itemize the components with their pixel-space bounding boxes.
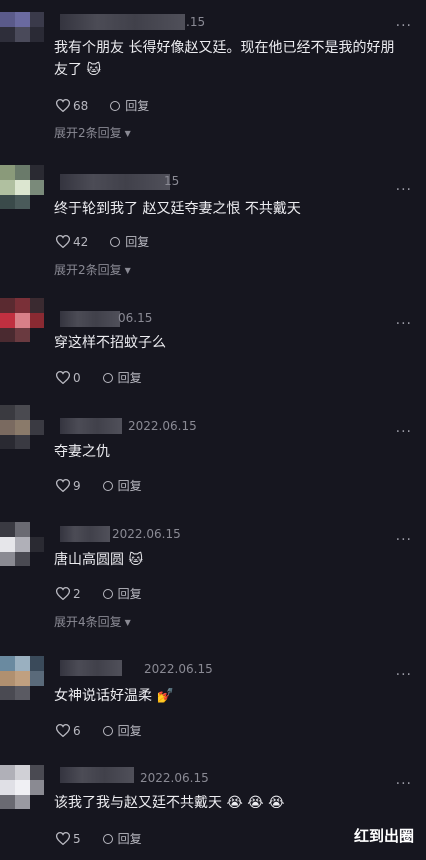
avatar[interactable] (0, 656, 44, 700)
comment-actions: 6 回复 (56, 722, 142, 739)
comment-text: 该我了我与赵又廷不共戴天 😭 😭 😭 (54, 795, 285, 811)
comment-date: 2022.06.15 (140, 771, 209, 785)
comment-actions: 68 回复 (56, 97, 149, 114)
reply-button[interactable]: 回复 (102, 722, 142, 739)
like-count: 2 (73, 586, 81, 601)
reply-icon (110, 236, 121, 247)
comment-date: 15 (164, 174, 180, 188)
expand-replies[interactable]: 展开2条回复 ▼ (54, 261, 131, 278)
reply-icon (102, 588, 113, 599)
reply-label: 回复 (125, 235, 150, 249)
comment-date: 06.15 (118, 311, 153, 325)
avatar[interactable] (0, 765, 44, 809)
comment-date: .15 (186, 15, 206, 29)
reply-icon (102, 372, 113, 383)
reply-label: 回复 (117, 724, 142, 738)
reply-button[interactable]: 回复 (102, 369, 142, 386)
expand-replies-label: 展开2条回复 (54, 126, 122, 140)
username-mosaic[interactable] (60, 174, 170, 190)
avatar[interactable] (0, 165, 44, 209)
more-options-icon[interactable]: ··· (396, 776, 412, 792)
heart-icon (56, 371, 70, 384)
like-button[interactable]: 42 (56, 235, 88, 249)
comment-text: 我有个朋友 长得好像赵又廷。现在他已经不是我的好朋友了 🐱 (54, 40, 395, 78)
reply-button[interactable]: 回复 (102, 477, 142, 494)
reply-label: 回复 (117, 371, 142, 385)
expand-replies-label: 展开4条回复 (54, 615, 122, 629)
avatar[interactable] (0, 298, 44, 342)
avatar[interactable] (0, 12, 44, 56)
watermark: 红到出圈 (353, 827, 414, 845)
like-button[interactable]: 9 (56, 479, 81, 493)
username-mosaic[interactable] (60, 660, 122, 676)
like-count: 6 (73, 723, 81, 738)
like-count: 0 (73, 370, 81, 385)
comment-text: 夺妻之仇 (54, 444, 110, 460)
comment-date: 2022.06.15 (144, 662, 213, 676)
more-options-icon[interactable]: ··· (396, 182, 412, 198)
username-mosaic[interactable] (60, 14, 185, 30)
comment-text: 终于轮到我了 赵又廷夺妻之恨 不共戴天 (54, 201, 301, 217)
reply-button[interactable]: 回复 (110, 97, 149, 114)
comment-actions: 5 回复 (56, 830, 142, 847)
like-button[interactable]: 0 (56, 371, 81, 385)
heart-icon (56, 587, 70, 600)
reply-icon (102, 725, 113, 736)
avatar[interactable] (0, 405, 44, 449)
comment-actions: 9 回复 (56, 477, 142, 494)
reply-label: 回复 (117, 479, 142, 493)
heart-icon (56, 235, 70, 248)
heart-icon (56, 479, 70, 492)
comment-actions: 0 回复 (56, 369, 142, 386)
more-options-icon[interactable]: ··· (396, 532, 412, 548)
more-options-icon[interactable]: ··· (396, 18, 412, 34)
like-button[interactable]: 6 (56, 724, 81, 738)
expand-replies-label: 展开2条回复 (54, 263, 122, 277)
username-mosaic[interactable] (60, 418, 122, 434)
like-count: 68 (73, 98, 89, 113)
like-button[interactable]: 2 (56, 587, 81, 601)
reply-label: 回复 (117, 587, 142, 601)
more-options-icon[interactable]: ··· (396, 316, 412, 332)
comment-text: 穿这样不招蚊子么 (54, 335, 166, 351)
heart-icon (56, 724, 70, 737)
username-mosaic[interactable] (60, 311, 120, 327)
more-options-icon[interactable]: ··· (396, 667, 412, 683)
reply-button[interactable]: 回复 (102, 585, 142, 602)
caret-down-icon: ▼ (124, 266, 131, 275)
reply-label: 回复 (117, 832, 142, 846)
reply-icon (102, 480, 113, 491)
reply-label: 回复 (125, 99, 150, 113)
expand-replies[interactable]: 展开4条回复 ▼ (54, 613, 131, 630)
reply-button[interactable]: 回复 (110, 233, 149, 250)
reply-icon (102, 833, 113, 844)
caret-down-icon: ▼ (124, 618, 131, 627)
comment-text: 女神说话好温柔 💅 (54, 688, 174, 704)
comment-date: 2022.06.15 (128, 419, 197, 433)
username-mosaic[interactable] (60, 526, 110, 542)
comment-text: 唐山高圆圆 🐱 (54, 552, 144, 568)
caret-down-icon: ▼ (124, 129, 131, 138)
like-count: 5 (73, 831, 81, 846)
comment-actions: 42 回复 (56, 233, 149, 250)
avatar[interactable] (0, 522, 44, 566)
heart-icon (56, 99, 70, 112)
like-count: 9 (73, 478, 81, 493)
reply-icon (110, 100, 121, 111)
like-button[interactable]: 5 (56, 832, 81, 846)
heart-icon (56, 832, 70, 845)
username-mosaic[interactable] (60, 767, 134, 783)
reply-button[interactable]: 回复 (102, 830, 142, 847)
comment-date: 2022.06.15 (112, 527, 181, 541)
more-options-icon[interactable]: ··· (396, 424, 412, 440)
expand-replies[interactable]: 展开2条回复 ▼ (54, 124, 131, 141)
comment-actions: 2 回复 (56, 585, 142, 602)
like-button[interactable]: 68 (56, 99, 88, 113)
like-count: 42 (73, 234, 89, 249)
